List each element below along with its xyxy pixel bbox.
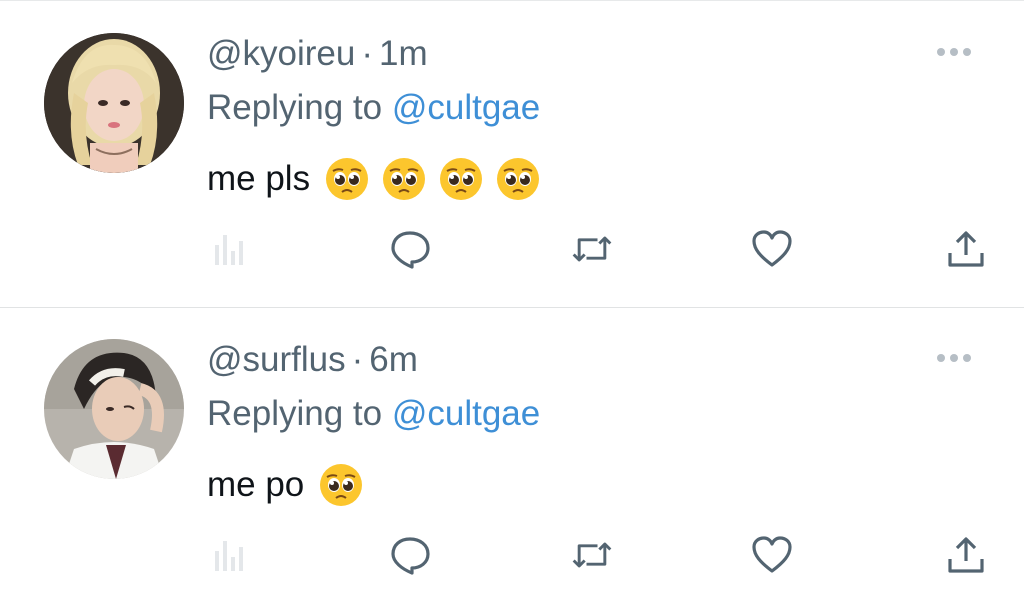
more-horizontal-icon xyxy=(937,354,971,362)
share-upload-icon xyxy=(948,537,984,573)
more-horizontal-icon xyxy=(937,48,971,56)
avatar[interactable] xyxy=(44,33,184,173)
replying-to-line: Replying to @cultgae xyxy=(207,85,540,131)
analytics-bars-icon xyxy=(215,541,243,571)
tweet-reply[interactable]: @surflus · 6m Replying to @cultgae me po xyxy=(0,307,1024,613)
retweet-icon xyxy=(572,236,612,262)
heart-icon xyxy=(752,536,792,573)
header-separator: · xyxy=(361,34,374,73)
analytics-button[interactable] xyxy=(208,533,252,577)
retweet-button[interactable] xyxy=(570,227,614,271)
avatar[interactable] xyxy=(44,339,184,479)
pleading-face-emoji xyxy=(440,158,483,200)
tweet-body: me po xyxy=(207,465,305,504)
replying-to-mention[interactable]: @cultgae xyxy=(392,394,540,433)
tweet-text: me pls xyxy=(207,151,552,207)
heart-icon xyxy=(752,230,792,267)
user-handle[interactable]: @surflus xyxy=(207,340,346,379)
reply-bubble-icon xyxy=(391,231,430,269)
replying-to-label: Replying to xyxy=(207,88,383,127)
pleading-face-emoji xyxy=(326,158,369,200)
tweet-text: me po xyxy=(207,457,375,513)
tweet-timestamp[interactable]: 1m xyxy=(379,34,428,73)
reply-button[interactable] xyxy=(388,227,432,271)
share-upload-icon xyxy=(948,231,984,267)
tweet-reply[interactable]: @kyoireu · 1m Replying to @cultgae me pls xyxy=(0,1,1024,308)
replying-to-label: Replying to xyxy=(207,394,383,433)
tweet-body: me pls xyxy=(207,159,311,198)
replying-to-mention[interactable]: @cultgae xyxy=(392,88,540,127)
pleading-face-emoji xyxy=(497,158,540,200)
like-button[interactable] xyxy=(750,533,794,577)
more-options-button[interactable] xyxy=(934,349,974,367)
user-handle[interactable]: @kyoireu xyxy=(207,34,355,73)
retweet-button[interactable] xyxy=(570,533,614,577)
analytics-button[interactable] xyxy=(208,227,252,271)
pleading-face-emoji xyxy=(383,158,426,200)
share-button[interactable] xyxy=(944,227,988,271)
reply-bubble-icon xyxy=(391,537,430,575)
pleading-face-emoji xyxy=(320,464,363,506)
share-button[interactable] xyxy=(944,533,988,577)
retweet-icon xyxy=(572,542,612,568)
tweet-timestamp[interactable]: 6m xyxy=(369,340,418,379)
more-options-button[interactable] xyxy=(934,43,974,61)
analytics-bars-icon xyxy=(215,235,243,265)
header-separator: · xyxy=(351,340,364,379)
tweet-header: @kyoireu · 1m xyxy=(207,31,428,77)
tweet-header: @surflus · 6m xyxy=(207,337,418,383)
replying-to-line: Replying to @cultgae xyxy=(207,391,540,437)
reply-button[interactable] xyxy=(388,533,432,577)
like-button[interactable] xyxy=(750,227,794,271)
